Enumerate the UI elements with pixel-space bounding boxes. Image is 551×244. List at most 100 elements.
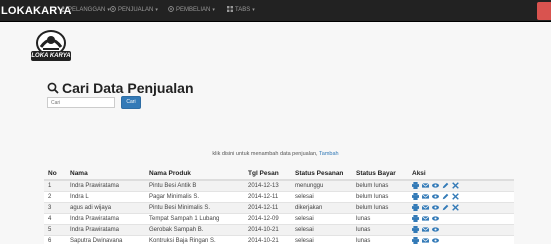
cell-nama: Indra Prawiratama [66, 212, 145, 224]
edit-icon [442, 204, 449, 211]
table-row: 4 Indra Prawiratama Tempat Sampah 1 Lubang… [44, 212, 514, 224]
cell-nama: agus adi wijaya [66, 201, 145, 213]
mail-icon [421, 227, 430, 232]
cell-nama: Saputra Dwinavana [66, 234, 145, 244]
print-button[interactable] [412, 237, 419, 244]
cell-nama-produk: Pintu Besi Minimalis S. [145, 201, 244, 213]
print-button[interactable] [412, 225, 419, 233]
delete-button[interactable] [452, 182, 459, 189]
nav-item-tabs[interactable]: TABS ▾ [227, 6, 255, 13]
header-nama: Nama [66, 167, 145, 181]
edit-button[interactable] [442, 204, 449, 211]
eye-icon [432, 216, 439, 221]
email-button[interactable] [421, 204, 430, 211]
header-status-pesanan: Status Pesanan [291, 167, 352, 181]
delete-button[interactable] [452, 204, 459, 211]
table-row: 5 Indra Prawiratama Gerobak Sampah B. 2014-… [44, 223, 514, 235]
globe-icon [110, 6, 116, 12]
view-button[interactable] [432, 215, 439, 222]
logout-button[interactable] [537, 2, 551, 20]
mail-icon [421, 183, 430, 188]
cell-tgl-pesan: 2014-10-21 [244, 234, 291, 244]
nav-item-penjualan[interactable]: PENJUALAN ▾ [110, 6, 158, 13]
delete-icon [452, 204, 459, 211]
cell-status-bayar: lunas [352, 212, 408, 224]
email-button[interactable] [421, 237, 430, 244]
cell-status-pesanan: dikerjakan [291, 201, 352, 213]
print-button[interactable] [412, 203, 419, 211]
search-input[interactable] [47, 97, 115, 108]
eye-icon [432, 183, 439, 188]
mail-icon [421, 216, 430, 221]
cell-no: 5 [44, 223, 66, 235]
delete-icon [452, 193, 459, 200]
cell-nama: Indra L [66, 190, 145, 202]
view-button[interactable] [432, 193, 439, 200]
view-button[interactable] [432, 182, 439, 189]
header-nama-produk: Nama Produk [145, 167, 244, 181]
add-link[interactable]: Tambah [319, 151, 339, 157]
cell-aksi [408, 212, 514, 224]
table-row: 6 Saputra Dwinavana Kontruksi Baja Ringan … [44, 234, 514, 244]
cell-no: 3 [44, 201, 66, 213]
print-icon [412, 237, 419, 244]
add-info-label: klik disini untuk menambah data penjuala… [212, 151, 318, 157]
cell-status-bayar: lunas [352, 234, 408, 244]
email-button[interactable] [421, 182, 430, 189]
cell-nama-produk: Tempat Sampah 1 Lubang [145, 212, 244, 224]
cell-aksi [408, 234, 514, 244]
cell-nama-produk: Pintu Besi Antik B [145, 179, 244, 191]
cell-no: 6 [44, 234, 66, 244]
page-title: Cari Data Penjualan [47, 80, 194, 96]
cell-nama: Indra Prawiratama [66, 223, 145, 235]
nav-label-pembelian: PEMBELIAN [176, 7, 211, 13]
print-button[interactable] [412, 182, 419, 190]
caret-down-icon: ▾ [155, 7, 158, 13]
print-button[interactable] [412, 192, 419, 200]
email-button[interactable] [421, 226, 430, 233]
print-icon [412, 214, 419, 222]
add-info-text: klik disini untuk menambah data penjuala… [0, 151, 551, 157]
table-row: 3 agus adi wijaya Pintu Besi Minimalis S. 2… [44, 201, 514, 213]
eye-icon [432, 238, 439, 243]
globe-icon [168, 6, 174, 12]
cell-status-pesanan: selesai [291, 234, 352, 244]
cell-status-pesanan: selesai [291, 212, 352, 224]
header-status-bayar: Status Bayar [352, 167, 408, 181]
nav-item-pembelian[interactable]: PEMBELIAN ▾ [168, 6, 215, 13]
cell-status-pesanan: menunggu [291, 179, 352, 191]
eye-icon [432, 194, 439, 199]
search-button[interactable]: Cari [121, 96, 141, 109]
page-title-text: Cari Data Penjualan [62, 80, 194, 96]
edit-icon [442, 182, 449, 189]
edit-button[interactable] [442, 193, 449, 200]
eye-icon [432, 205, 439, 210]
nav-label-penjualan: PENJUALAN [118, 7, 154, 13]
print-button[interactable] [412, 214, 419, 222]
cell-status-bayar: belum lunas [352, 179, 408, 191]
header-no: No [44, 167, 66, 181]
eye-icon [432, 227, 439, 232]
sales-table: No Nama Nama Produk Tgl Pesan Status Pes… [44, 167, 514, 244]
nav-label-tabs: TABS [235, 7, 251, 13]
view-button[interactable] [432, 226, 439, 233]
header-aksi: Aksi [408, 167, 514, 181]
view-button[interactable] [432, 204, 439, 211]
view-button[interactable] [432, 237, 439, 244]
header-tgl-pesan: Tgl Pesan [244, 167, 291, 181]
top-navbar: LOKAKARYA PELANGGAN ▾ PENJUALAN ▾ PEMBELIA… [0, 0, 551, 22]
table-row: 1 Indra Prawiratama Pintu Besi Antik B 2014… [44, 179, 514, 191]
cell-aksi [408, 201, 514, 213]
email-button[interactable] [421, 215, 430, 222]
email-button[interactable] [421, 193, 430, 200]
nav-item-pelanggan[interactable]: PELANGGAN ▾ [60, 6, 110, 13]
cell-nama-produk: Kontruksi Baja Ringan S. [145, 234, 244, 244]
cell-tgl-pesan: 2014-12-13 [244, 179, 291, 191]
cell-tgl-pesan: 2014-10-21 [244, 223, 291, 235]
print-icon [412, 182, 419, 190]
edit-button[interactable] [442, 182, 449, 189]
cell-nama-produk: Pagar Minimalis S. [145, 190, 244, 202]
cell-aksi [408, 179, 514, 191]
cell-nama: Indra Prawiratama [66, 179, 145, 191]
delete-button[interactable] [452, 193, 459, 200]
